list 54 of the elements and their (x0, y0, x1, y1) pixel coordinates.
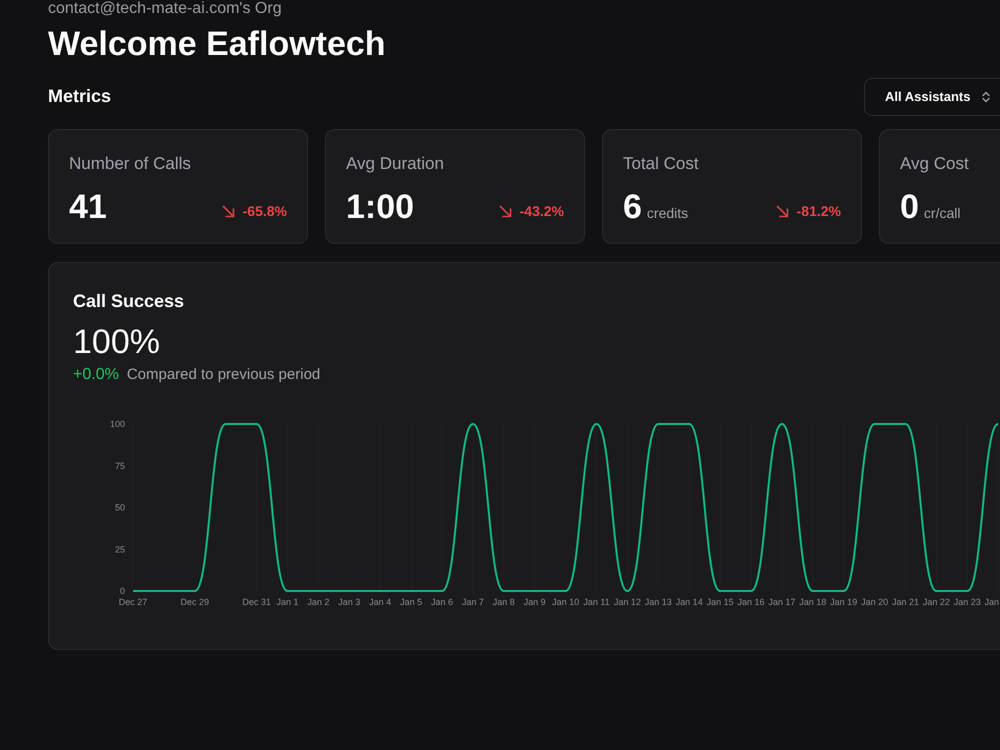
metric-value: 0 (900, 187, 919, 227)
x-axis-label: Jan (984, 597, 999, 607)
metric-label: Avg Cost (900, 153, 970, 175)
x-axis-label: Jan 21 (892, 597, 920, 607)
change-percent: +0.0% (73, 365, 119, 385)
x-axis-label: Jan 3 (338, 597, 360, 607)
x-axis-label: Jan 5 (400, 597, 422, 607)
x-axis-label: Jan 15 (706, 597, 734, 607)
metric-label: Number of Calls (69, 153, 192, 175)
x-axis-label: Jan 10 (552, 597, 580, 607)
x-axis-label: Jan 16 (737, 597, 765, 607)
x-axis-label: Jan 18 (799, 597, 826, 607)
x-axis-label: Jan 4 (369, 597, 392, 607)
y-axis-label: 100 (110, 419, 125, 429)
x-axis-label: Dec 29 (180, 597, 210, 607)
metric-unit: cr/call (924, 204, 960, 223)
change-percent: -81.2% (796, 202, 841, 221)
y-axis-label: 0 (120, 586, 125, 596)
y-axis-label: 75 (114, 460, 125, 471)
x-axis-label: Jan 12 (614, 597, 641, 607)
y-axis-label: 50 (114, 502, 125, 512)
x-axis-label: Jan 13 (644, 597, 672, 607)
metric-value: 41 (69, 187, 107, 227)
x-axis-label: Jan 17 (768, 597, 796, 607)
comparison-note: Compared to previous period (126, 365, 320, 385)
change-percent: -65.8% (242, 202, 287, 221)
welcome-heading: Welcome Eaflowtech (48, 24, 387, 64)
metric-value: 6 (623, 187, 642, 227)
x-axis-label: Jan 2 (307, 597, 330, 607)
call-success-value: 100% (73, 322, 161, 362)
x-axis-label: Jan 23 (954, 597, 981, 607)
chevron-up-down-icon (982, 91, 990, 103)
x-axis-label: Jan 22 (922, 597, 950, 607)
x-axis-label: Dec 31 (242, 597, 271, 607)
x-axis-label: Jan 6 (430, 597, 454, 607)
metric-label: Avg Duration (346, 153, 445, 175)
x-axis-label: Jan 19 (830, 597, 858, 607)
x-axis-label: Jan 9 (524, 597, 546, 607)
x-axis-label: Jan 7 (462, 597, 484, 607)
x-axis-label: Jan 20 (861, 597, 888, 607)
x-axis-label: Jan 1 (276, 597, 299, 607)
metric-value: 1:00 (346, 187, 414, 227)
x-axis-label: Jan 14 (676, 597, 703, 607)
change-percent: -43.2% (520, 202, 564, 221)
org-label: contact@tech-mate-ai.com's Org (48, 0, 283, 18)
metric-unit: credits (646, 204, 688, 223)
x-axis-label: Jan 11 (583, 597, 610, 607)
call-success-title: Call Success (73, 290, 186, 312)
metric-label: Total Cost (623, 153, 700, 175)
x-axis-label: Jan 8 (492, 597, 515, 607)
y-axis-label: 25 (114, 544, 125, 554)
assistant-filter-dropdown[interactable]: All Assistants (864, 78, 1000, 116)
metrics-title: Metrics (48, 86, 112, 108)
x-axis-label: Dec 27 (118, 597, 148, 607)
